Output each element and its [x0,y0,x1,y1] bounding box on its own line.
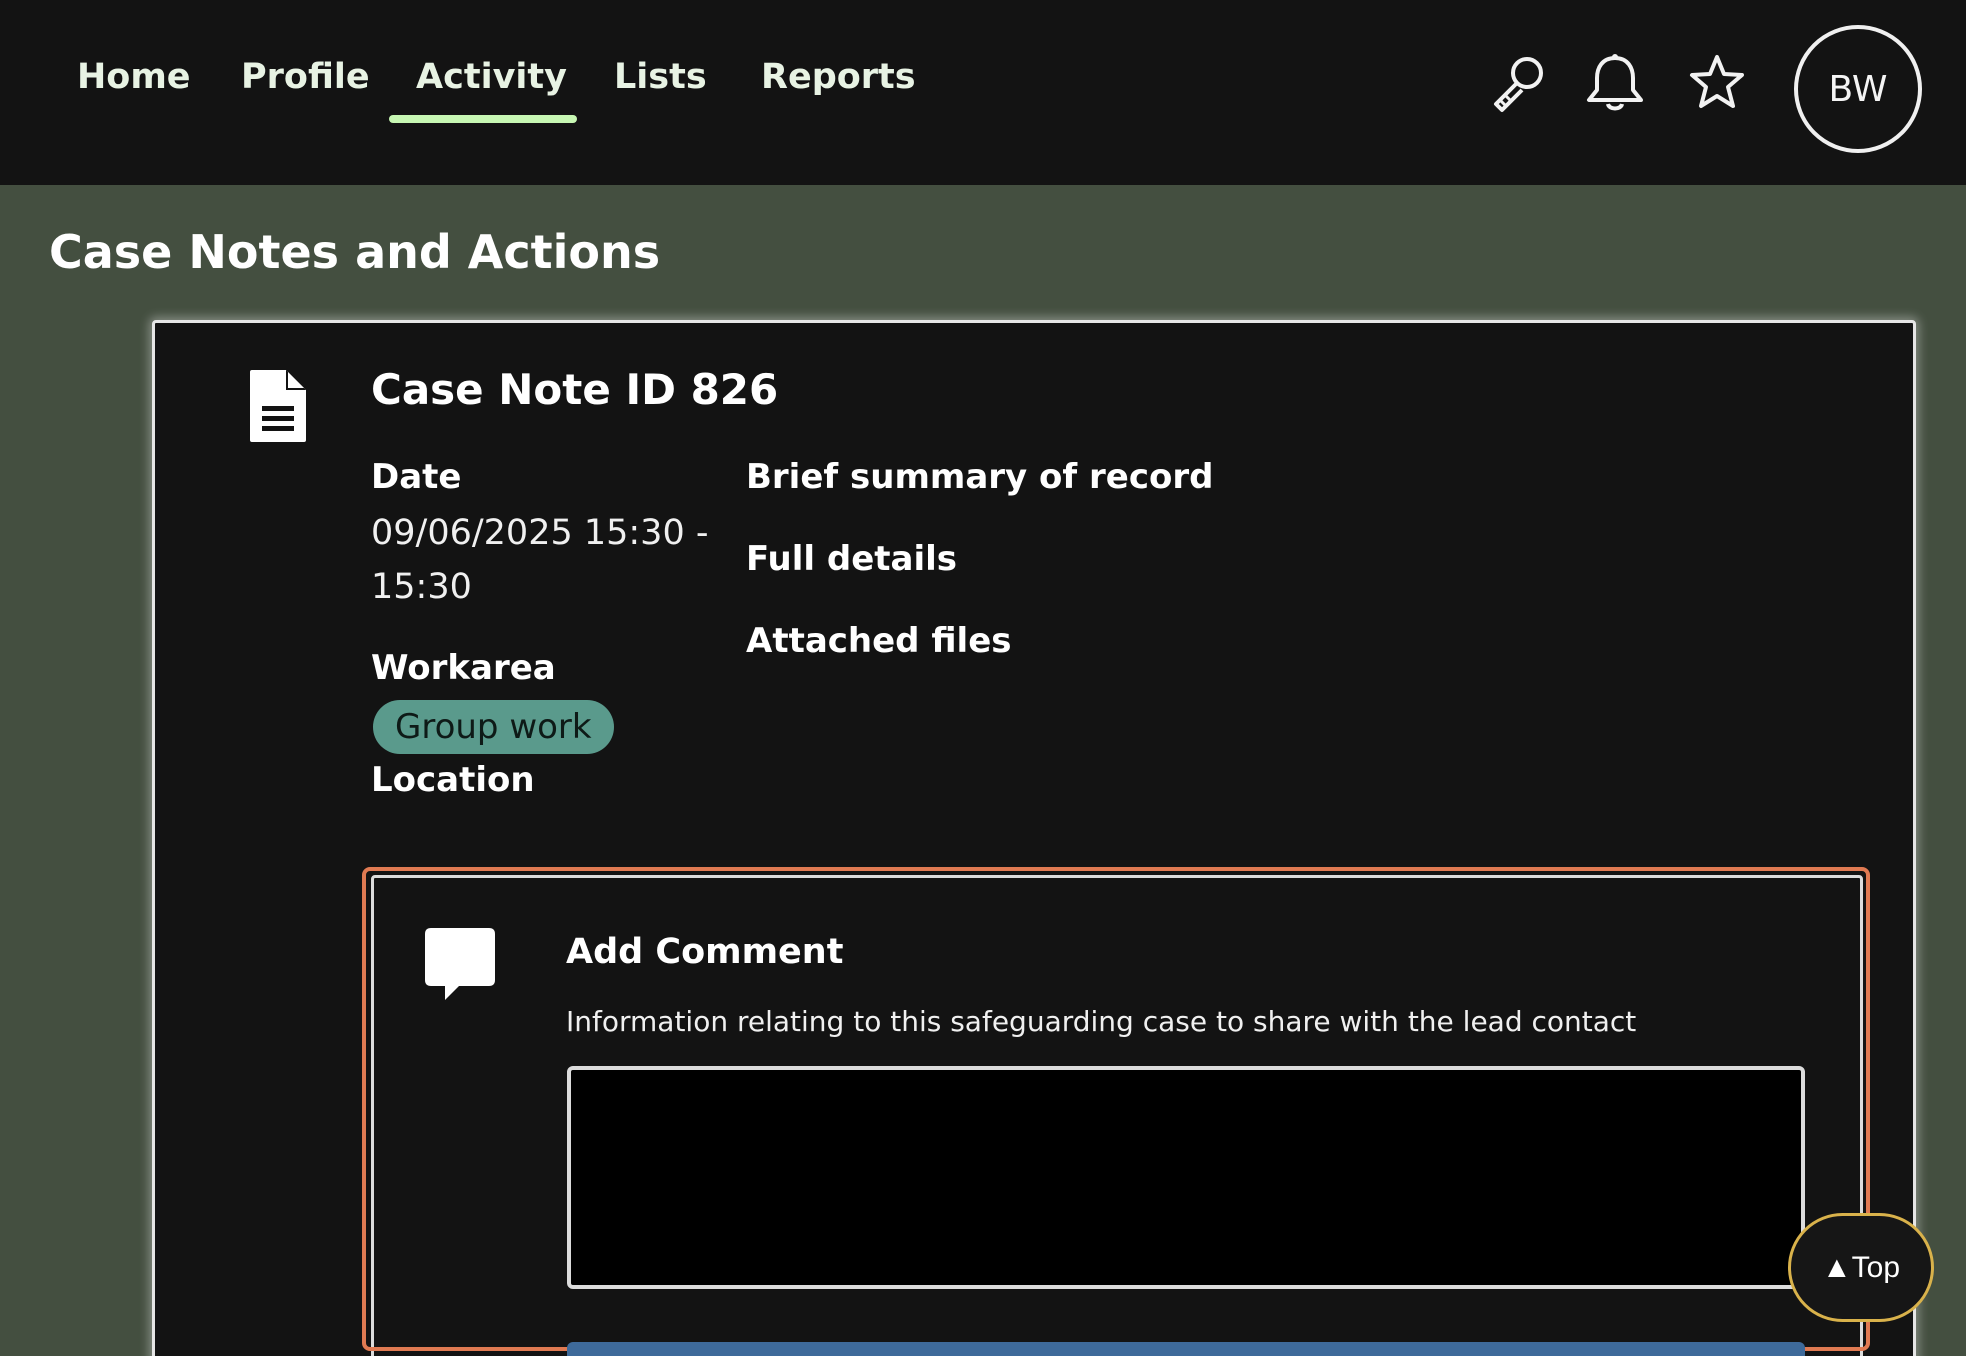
page-title: Case Notes and Actions [49,225,661,279]
comment-hint-text: Information relating to this safeguardin… [566,1005,1637,1038]
document-icon [248,368,308,444]
add-comment-title: Add Comment [566,932,844,972]
back-to-top-button[interactable]: ▲Top [1788,1213,1934,1322]
speech-bubble-icon [423,926,497,1002]
bell-icon[interactable] [1582,50,1648,116]
user-avatar[interactable]: BW [1794,25,1922,153]
attached-files-label: Attached files [746,621,1012,661]
case-note-title: Case Note ID 826 [371,365,779,414]
workarea-tag: Group work [373,700,614,754]
full-details-label: Full details [746,539,958,579]
location-label: Location [371,760,535,800]
nav-reports[interactable]: Reports [761,52,916,102]
submit-comment-button[interactable] [567,1342,1805,1356]
nav-home[interactable]: Home [77,52,191,102]
active-tab-indicator [389,115,577,123]
nav-activity[interactable]: Activity [416,52,567,102]
star-icon[interactable] [1684,50,1750,116]
top-navigation-bar: Home Profile Activity Lists Reports BW [0,0,1966,185]
search-icon[interactable] [1486,50,1552,116]
date-value: 09/06/2025 15:30 - 15:30 [371,513,709,607]
nav-profile[interactable]: Profile [241,52,370,102]
workarea-label: Workarea [371,648,556,688]
date-label: Date [371,457,462,497]
summary-label: Brief summary of record [746,457,1214,497]
comment-textarea[interactable] [567,1066,1805,1289]
nav-lists[interactable]: Lists [614,52,707,102]
